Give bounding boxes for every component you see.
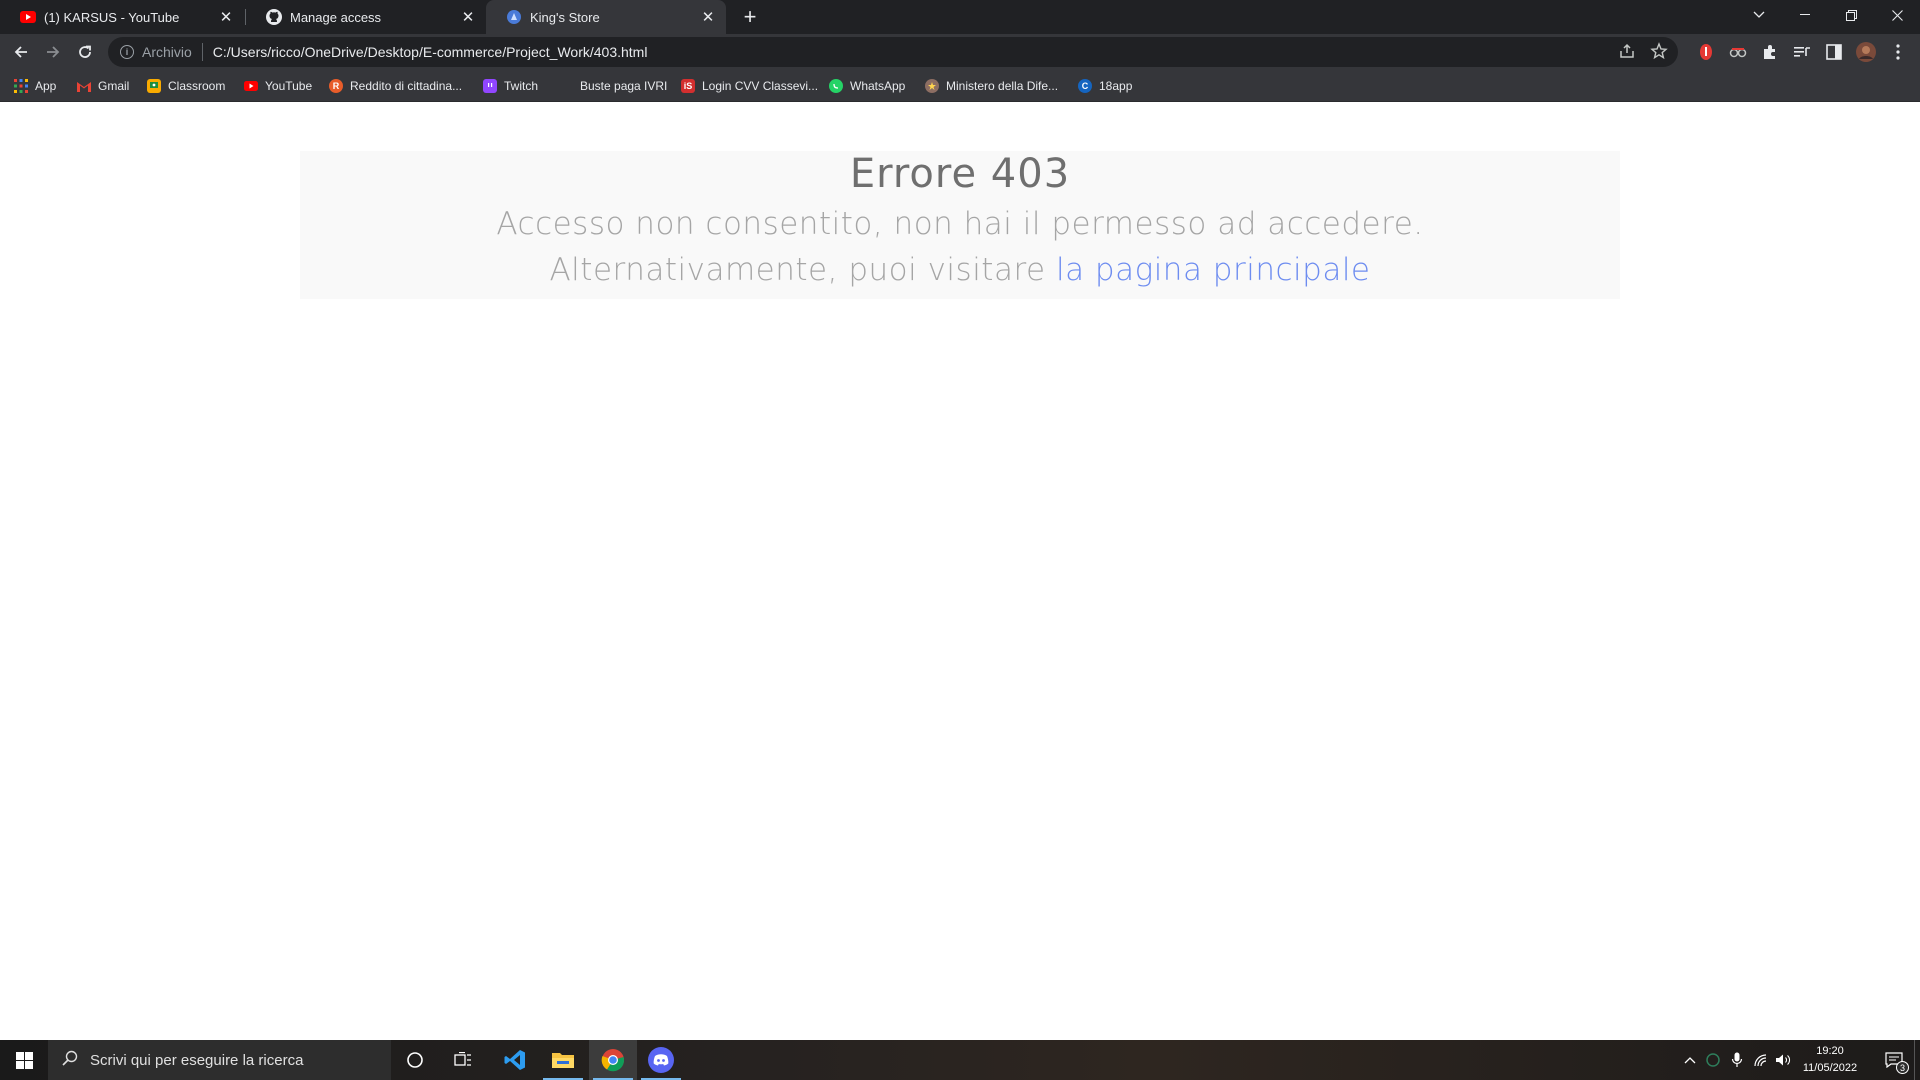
error-message: Accesso non consentito, non hai il perme… — [496, 206, 1424, 242]
cortana-icon[interactable] — [391, 1040, 439, 1080]
bookmark-app[interactable]: App — [14, 77, 56, 95]
error-title: Errore 403 — [849, 151, 1071, 197]
page-viewport: Errore 403 Accesso non consentito, non h… — [0, 103, 1920, 1040]
bookmark-twitch[interactable]: Twitch — [483, 77, 538, 95]
show-desktop-button[interactable] — [1914, 1040, 1920, 1080]
close-tab-icon[interactable]: ✕ — [460, 9, 476, 26]
bookmark-classroom[interactable]: Classroom — [147, 77, 225, 95]
bookmark-star-icon[interactable] — [1650, 42, 1668, 65]
side-panel-icon[interactable] — [1824, 42, 1844, 62]
profile-avatar[interactable] — [1856, 42, 1876, 62]
back-button[interactable] — [7, 38, 35, 66]
bookmark-label: App — [35, 79, 57, 93]
tab-github[interactable]: Manage access ✕ — [246, 0, 486, 34]
bookmark-18app[interactable]: C 18app — [1078, 77, 1132, 95]
github-icon — [266, 9, 282, 25]
tab-kings-store[interactable]: King's Store ✕ — [486, 0, 726, 34]
tab-title: King's Store — [530, 9, 600, 25]
youtube-icon — [20, 9, 36, 25]
extension-red-icon[interactable] — [1696, 42, 1716, 62]
bookmark-label: Login CVV Classevi... — [702, 79, 819, 93]
gmail-icon — [77, 79, 91, 93]
more-menu-icon[interactable] — [1888, 42, 1908, 62]
youtube-icon — [244, 79, 258, 93]
url-text[interactable]: C:/Users/ricco/OneDrive/Desktop/E-commer… — [213, 44, 648, 60]
share-icon[interactable] — [1618, 42, 1636, 65]
apps-grid-icon — [14, 79, 28, 93]
site-favicon-icon — [506, 9, 522, 25]
tab-strip: (1) KARSUS - YouTube ✕ Manage access ✕ K… — [0, 0, 1920, 34]
security-status-icon[interactable] — [1703, 1040, 1723, 1080]
bookmark-label: Twitch — [504, 79, 539, 93]
search-placeholder: Scrivi qui per eseguire la ricerca — [90, 1051, 304, 1069]
media-queue-icon[interactable] — [1792, 42, 1812, 62]
bookmark-label: YouTube — [265, 79, 313, 93]
security-chip[interactable]: Archivio — [142, 44, 192, 60]
extensions-puzzle-icon[interactable] — [1760, 42, 1780, 62]
close-window-button[interactable] — [1874, 0, 1920, 30]
start-button[interactable] — [0, 1040, 48, 1080]
tab-title: (1) KARSUS - YouTube — [44, 9, 180, 25]
task-view-icon[interactable] — [439, 1040, 487, 1080]
error-panel: Errore 403 Accesso non consentito, non h… — [300, 151, 1620, 299]
close-tab-icon[interactable]: ✕ — [218, 9, 234, 26]
browser-toolbar: i Archivio C:/Users/ricco/OneDrive/Deskt… — [0, 34, 1920, 70]
chrome-icon[interactable] — [589, 1040, 637, 1080]
home-page-link[interactable]: la pagina principale — [1056, 252, 1371, 288]
bookmark-label: Ministero della Dife... — [946, 79, 1059, 93]
taskbar-search-box[interactable]: Scrivi qui per eseguire la ricerca — [48, 1040, 391, 1080]
info-icon[interactable]: i — [120, 45, 134, 59]
extension-glasses-icon[interactable] — [1728, 42, 1748, 62]
forward-button[interactable] — [39, 38, 67, 66]
bookmark-ministero[interactable]: Ministero della Dife... — [925, 77, 1058, 95]
bookmark-label: Gmail — [98, 79, 130, 93]
restore-button[interactable] — [1828, 0, 1874, 30]
new-tab-button[interactable]: + — [738, 5, 762, 29]
error-alternative: Alternativamente, puoi visitare la pagin… — [300, 252, 1620, 288]
bookmark-classeviva[interactable]: iS Login CVV Classevi... — [681, 77, 818, 95]
tab-title: Manage access — [290, 9, 382, 25]
clock-date: 11/05/2022 — [1802, 1062, 1858, 1074]
address-bar[interactable]: i Archivio C:/Users/ricco/OneDrive/Deskt… — [108, 37, 1678, 67]
twitch-icon — [483, 79, 497, 93]
reddito-icon: R — [329, 79, 343, 93]
show-hidden-icons-chevron-icon[interactable] — [1680, 1040, 1700, 1080]
bookmarks-bar: App Gmail Classroom YouTube R Reddito di… — [0, 70, 1920, 102]
18app-icon: C — [1078, 79, 1092, 93]
classeviva-icon: iS — [681, 79, 695, 93]
minimize-button[interactable] — [1782, 0, 1828, 30]
bookmark-label: Reddito di cittadina... — [350, 79, 463, 93]
close-tab-icon[interactable]: ✕ — [700, 9, 716, 26]
ministero-icon — [925, 79, 939, 93]
bookmark-label: WhatsApp — [850, 79, 906, 93]
tab-search-chevron-icon[interactable] — [1736, 0, 1782, 30]
bookmark-gmail[interactable]: Gmail — [77, 77, 129, 95]
bookmark-whatsapp[interactable]: WhatsApp — [829, 77, 905, 95]
vscode-icon[interactable] — [491, 1040, 539, 1080]
notification-center-icon[interactable]: 3 — [1876, 1040, 1912, 1080]
clock-time: 19:20 — [1816, 1045, 1844, 1057]
bookmark-buste-paga[interactable]: Buste paga IVRI — [580, 77, 667, 95]
bookmark-label: 18app — [1099, 79, 1133, 93]
whatsapp-icon — [829, 79, 843, 93]
bookmark-reddito[interactable]: R Reddito di cittadina... — [329, 77, 462, 95]
alternative-text: Alternativamente, puoi visitare — [549, 252, 1046, 288]
tab-youtube[interactable]: (1) KARSUS - YouTube ✕ — [0, 0, 244, 34]
file-explorer-icon[interactable] — [539, 1040, 587, 1080]
reload-button[interactable] — [71, 38, 99, 66]
discord-icon[interactable] — [637, 1040, 685, 1080]
bookmark-youtube[interactable]: YouTube — [244, 77, 312, 95]
search-icon — [62, 1050, 78, 1070]
wifi-icon[interactable] — [1751, 1040, 1771, 1080]
address-bar-actions — [1618, 42, 1668, 65]
windows-taskbar: Scrivi qui per eseguire la ricerca 19:20… — [0, 1040, 1920, 1080]
bookmark-label: Buste paga IVRI — [580, 79, 668, 93]
address-divider — [201, 43, 203, 61]
notification-count-badge: 3 — [1896, 1061, 1909, 1074]
classroom-icon — [147, 79, 161, 93]
microphone-icon[interactable] — [1727, 1040, 1747, 1080]
system-clock[interactable]: 19:20 11/05/2022 — [1790, 1043, 1870, 1077]
bookmark-label: Classroom — [168, 79, 226, 93]
